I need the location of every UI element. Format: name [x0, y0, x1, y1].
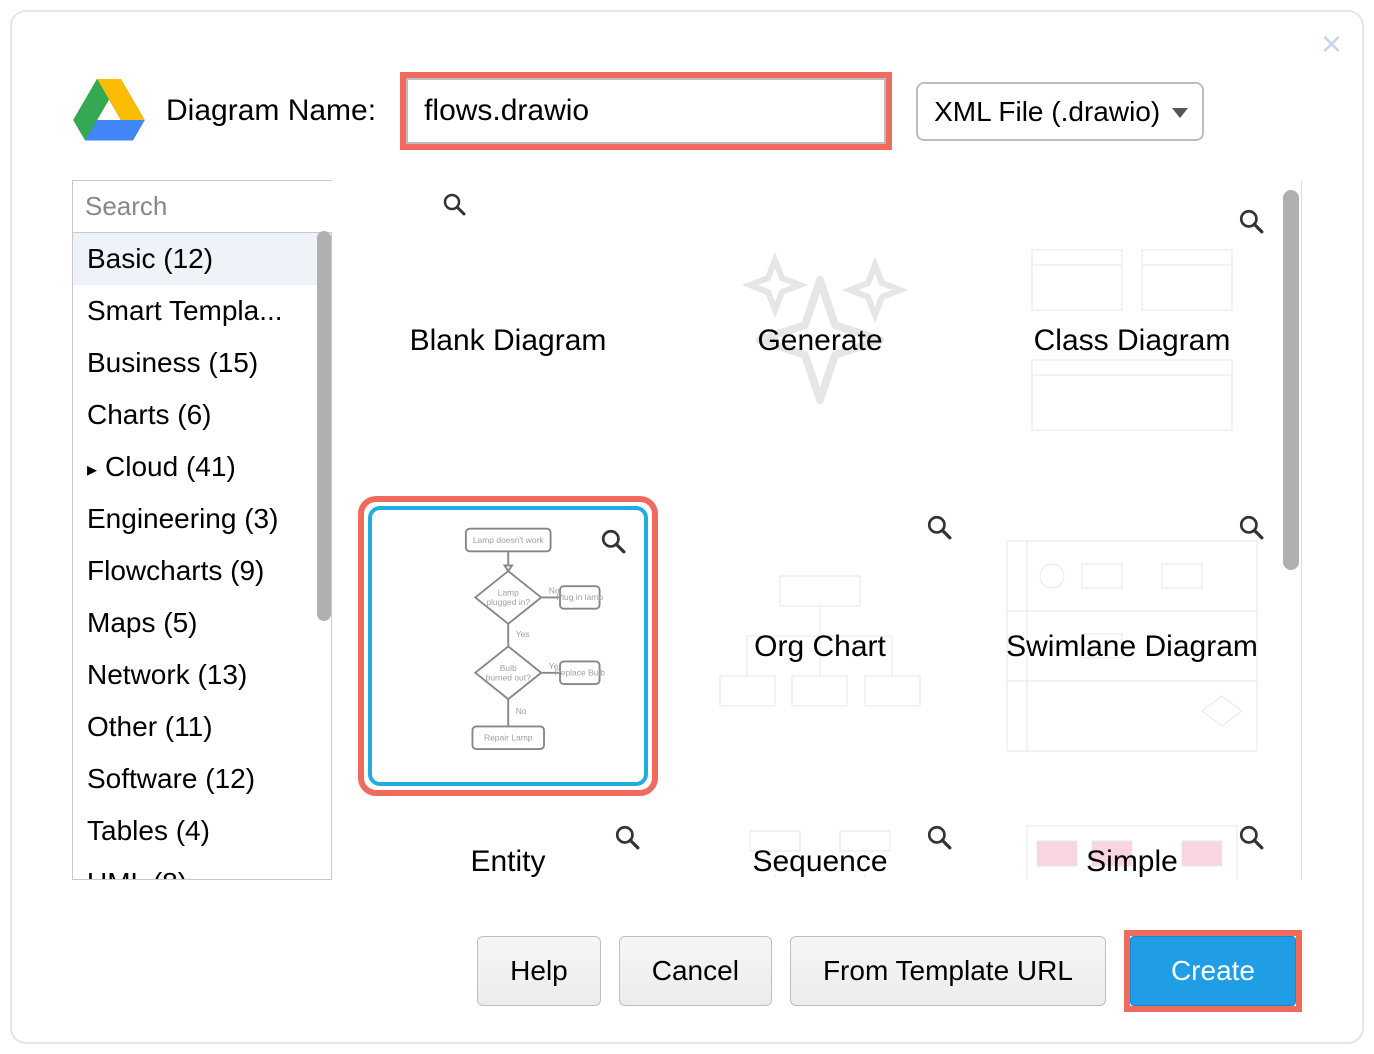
category-list: Basic (12) Smart Templa... Business (15)…	[73, 233, 331, 879]
template-gallery: Blank Diagram Generate Class Diagra	[338, 180, 1302, 880]
svg-text:Lamp doesn't work: Lamp doesn't work	[473, 534, 545, 544]
category-item-cloud[interactable]: Cloud (41)	[73, 441, 331, 493]
template-org-chart[interactable]: Org Chart	[670, 496, 970, 796]
template-generate[interactable]: Generate	[670, 190, 970, 490]
help-button[interactable]: Help	[477, 936, 601, 1006]
category-item-other[interactable]: Other (11)	[73, 701, 331, 753]
flowchart-thumb: Lamp doesn't work Lampplugged in? No Plu…	[394, 524, 622, 769]
svg-text:Replace Bulb: Replace Bulb	[554, 667, 605, 677]
category-item-flowcharts[interactable]: Flowcharts (9)	[73, 545, 331, 597]
template-grid: Blank Diagram Generate Class Diagra	[338, 180, 1301, 806]
svg-text:No: No	[516, 706, 527, 716]
category-item-maps[interactable]: Maps (5)	[73, 597, 331, 649]
template-label: Sequence	[752, 842, 887, 881]
diagram-name-label: Diagram Name:	[166, 94, 376, 128]
template-label: Blank Diagram	[410, 321, 607, 360]
template-label: Generate	[757, 321, 882, 360]
template-label: Org Chart	[754, 627, 886, 666]
template-label: Simple	[1086, 842, 1178, 881]
template-sequence[interactable]: Sequence	[670, 806, 970, 880]
category-item-business[interactable]: Business (15)	[73, 337, 331, 389]
gallery-scrollbar[interactable]	[1283, 190, 1299, 570]
template-blank-diagram[interactable]: Blank Diagram	[358, 190, 658, 490]
create-button[interactable]: Create	[1130, 936, 1296, 1006]
svg-text:Yes: Yes	[516, 629, 530, 639]
svg-text:Plug in lamp: Plug in lamp	[556, 592, 603, 602]
template-flowchart-inner: Lamp doesn't work Lampplugged in? No Plu…	[368, 506, 648, 786]
close-icon[interactable]: ×	[1321, 26, 1342, 62]
svg-text:plugged in?: plugged in?	[486, 597, 530, 607]
category-item-uml[interactable]: UML (8)	[73, 857, 331, 879]
template-label: Class Diagram	[1034, 321, 1231, 360]
format-select-wrap: XML File (.drawio)	[906, 82, 1204, 141]
file-format-select[interactable]: XML File (.drawio)	[916, 82, 1204, 141]
template-label: Swimlane Diagram	[1006, 627, 1258, 666]
category-item-basic[interactable]: Basic (12)	[73, 233, 331, 285]
create-highlight: Create	[1124, 930, 1302, 1012]
category-sidebar: Basic (12) Smart Templa... Business (15)…	[72, 180, 332, 880]
category-item-network[interactable]: Network (13)	[73, 649, 331, 701]
cancel-button[interactable]: Cancel	[619, 936, 772, 1006]
template-swimlane-diagram[interactable]: Swimlane Diagram	[982, 496, 1282, 796]
category-item-tables[interactable]: Tables (4)	[73, 805, 331, 857]
template-grid-row3: Entity Sequence Simple	[338, 796, 1301, 880]
sidebar-scrollbar[interactable]	[317, 231, 331, 621]
new-diagram-dialog: × Diagram Name: XML File (.drawio) Basic…	[10, 10, 1364, 1044]
search-row	[73, 181, 331, 233]
category-item-smart-templates[interactable]: Smart Templa...	[73, 285, 331, 337]
template-entity[interactable]: Entity	[358, 806, 658, 880]
google-drive-icon	[72, 79, 146, 143]
template-simple[interactable]: Simple	[982, 806, 1282, 880]
svg-text:Repair Lamp: Repair Lamp	[484, 732, 533, 742]
svg-text:burned out?: burned out?	[485, 672, 530, 682]
category-item-engineering[interactable]: Engineering (3)	[73, 493, 331, 545]
template-label: Entity	[470, 842, 545, 881]
dialog-body: Basic (12) Smart Templa... Business (15)…	[12, 180, 1362, 880]
diagram-name-input[interactable]	[406, 78, 886, 144]
from-template-url-button[interactable]: From Template URL	[790, 936, 1106, 1006]
dialog-header: Diagram Name: XML File (.drawio)	[12, 12, 1362, 180]
magnify-icon[interactable]	[614, 824, 640, 855]
template-class-diagram[interactable]: Class Diagram	[982, 190, 1282, 490]
template-flowchart-selected[interactable]: Lamp doesn't work Lampplugged in? No Plu…	[358, 496, 658, 796]
dialog-footer: Help Cancel From Template URL Create	[477, 930, 1302, 1012]
category-item-software[interactable]: Software (12)	[73, 753, 331, 805]
category-item-charts[interactable]: Charts (6)	[73, 389, 331, 441]
filename-highlight	[400, 72, 892, 150]
